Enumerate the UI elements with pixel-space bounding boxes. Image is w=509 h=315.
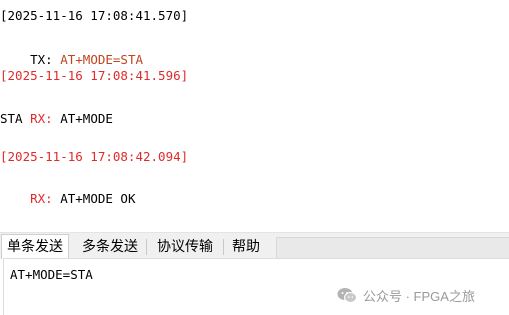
log-direction-tx: TX: [30, 52, 53, 67]
log-payload: AT+MODE [60, 111, 113, 126]
send-tab-bar: 单条发送 多条发送 协议传输 帮助 [0, 232, 509, 259]
log-line: TX: AT+MODE=STA [0, 30, 143, 67]
watermark-text: 公众号 · FPGA之旅 [363, 288, 475, 304]
watermark: 公众号 · FPGA之旅 [337, 285, 475, 305]
log-timestamp: [2025-11-16 17:08:41.596] [0, 68, 189, 83]
log-payload: AT+MODE OK [60, 191, 136, 206]
log-direction-rx: RX: [30, 191, 53, 206]
log-line: RX: AT+MODE [0, 89, 113, 126]
log-line: RX: AT+MODE OK [0, 169, 135, 206]
wechat-icon [337, 287, 357, 303]
log-timestamp: [2025-11-16 17:08:42.094] [0, 149, 189, 164]
log-timestamp: [2025-11-16 17:08:41.570] [0, 8, 189, 23]
receive-log: [2025-11-16 17:08:41.570] TX: AT+MODE=ST… [0, 0, 509, 228]
tab-protocol-transfer[interactable]: 协议传输 [149, 235, 221, 258]
tab-multi-send[interactable]: 多条发送 [76, 235, 144, 258]
send-input-value[interactable]: AT+MODE=STA [10, 267, 93, 282]
tab-strip-empty [276, 237, 509, 259]
tab-divider [223, 239, 224, 255]
log-payload: STA [0, 111, 23, 126]
log-direction-rx: RX: [30, 111, 53, 126]
log-payload: AT+MODE=STA [60, 52, 144, 67]
tab-single-send[interactable]: 单条发送 [1, 234, 69, 259]
tab-help[interactable]: 帮助 [226, 235, 266, 258]
tab-divider [146, 239, 147, 255]
